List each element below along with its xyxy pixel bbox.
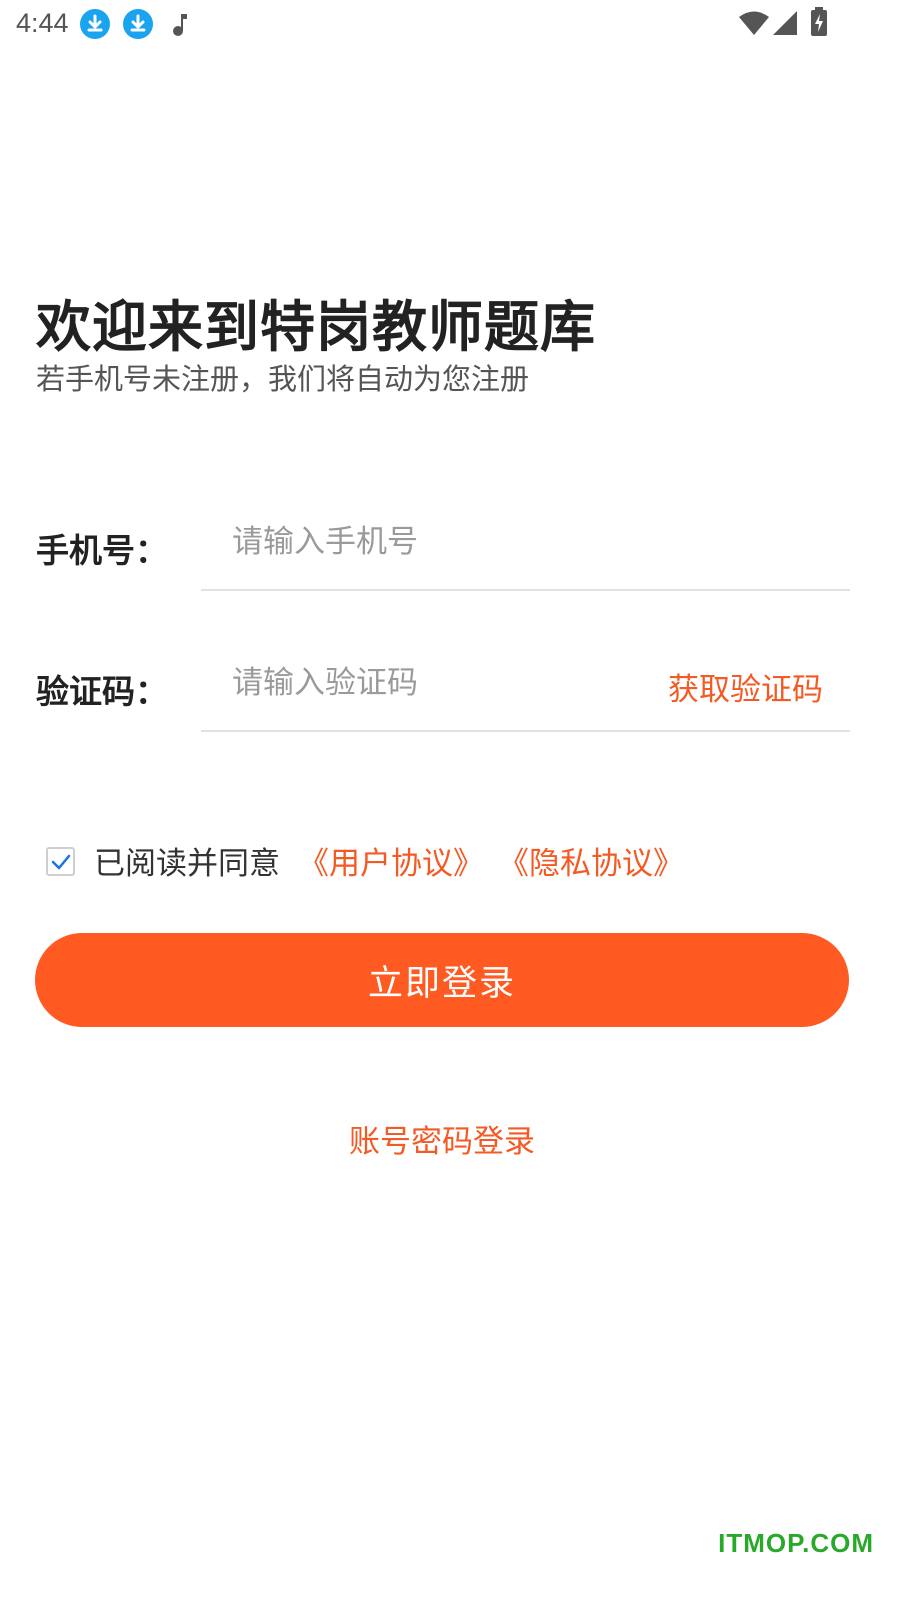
watermark: ITMOP.COM [718,1528,874,1558]
password-login-link[interactable]: 账号密码登录 [0,1116,884,1161]
get-code-button[interactable]: 获取验证码 [668,664,823,709]
page-subtitle: 若手机号未注册，我们将自动为您注册 [36,362,530,396]
login-button[interactable]: 立即登录 [35,933,849,1027]
agreement-checkbox[interactable] [46,847,75,876]
music-note-icon [170,10,192,42]
agreement-text: 已阅读并同意 [94,846,280,882]
phone-divider [201,589,850,591]
signal-icon [772,10,798,40]
phone-label: 手机号： [36,531,168,570]
privacy-agreement-link[interactable]: 《隐私协议》 [498,838,684,883]
phone-input[interactable] [232,519,832,565]
user-agreement-link[interactable]: 《用户协议》 [298,838,484,883]
battery-charging-icon [810,7,828,41]
wifi-icon [738,10,770,40]
code-label: 验证码： [36,672,168,711]
code-divider [201,730,850,732]
verification-code-input[interactable] [232,660,652,706]
status-bar: 4:44 [0,0,900,48]
download-icon [123,9,153,39]
page-title: 欢迎来到特岗教师题库 [36,295,597,359]
status-time: 4:44 [16,8,69,38]
checkmark-icon [51,854,71,870]
download-icon [80,9,110,39]
